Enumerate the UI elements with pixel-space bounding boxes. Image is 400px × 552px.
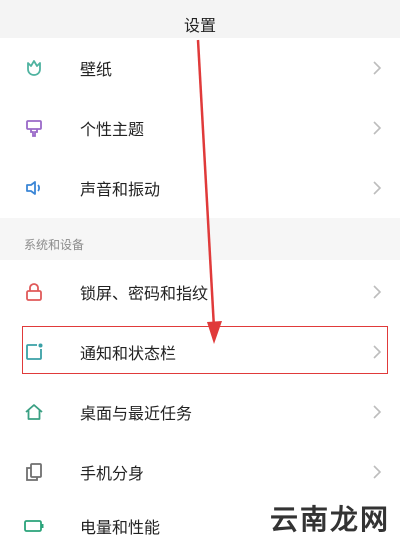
- pointer-arrow: [196, 39, 222, 344]
- watermark: 云南龙网: [269, 503, 390, 536]
